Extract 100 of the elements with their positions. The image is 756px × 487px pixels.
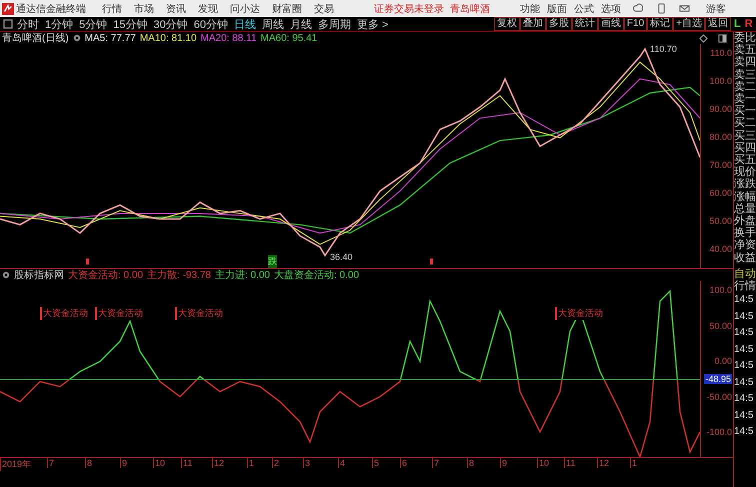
quote-field: 买三	[734, 130, 756, 142]
quote-field: 净资	[734, 239, 756, 252]
period-tab[interactable]: 1分钟	[45, 16, 74, 32]
tick-time: 14:5	[734, 392, 754, 406]
menu-item[interactable]: 市场	[134, 2, 154, 16]
menu-item[interactable]: 财富圈	[272, 2, 302, 16]
signal-label: 大资金活动	[40, 307, 88, 320]
period-tab[interactable]: 月线	[290, 16, 312, 32]
date-label: 5	[372, 458, 380, 468]
indicator-value: 大资金活动: 0.00	[68, 268, 144, 282]
ma-value: MA60: 95.41	[260, 32, 318, 44]
diamond-icon[interactable]	[699, 34, 708, 42]
app-title: 通达信金融终端	[16, 2, 86, 16]
axis-label: 0.00	[714, 356, 732, 366]
period-tab[interactable]: 60分钟	[194, 16, 228, 32]
quote-field: 卖三	[734, 68, 756, 81]
toolbar-button[interactable]: 复权	[494, 17, 520, 31]
menu-item[interactable]: 版面	[547, 2, 567, 16]
quote-field: 外盘	[734, 215, 756, 228]
date-label: 11	[181, 458, 192, 468]
signal-label: 大资金活动	[175, 307, 223, 320]
period-tab[interactable]: 30分钟	[154, 16, 188, 32]
quote-field: 卖五	[734, 44, 756, 56]
period-tab[interactable]: 日线	[234, 16, 256, 32]
menu-item[interactable]: 公式	[574, 2, 594, 16]
date-label: 1	[630, 458, 638, 468]
indicator-value: 主力散: -93.78	[147, 268, 211, 282]
mode-label[interactable]: 行情	[734, 280, 756, 292]
message-icon[interactable]	[679, 3, 690, 14]
panel-icon[interactable]	[718, 34, 727, 42]
toolbar-button[interactable]: 多股	[546, 17, 572, 31]
quote-field: 买一	[734, 105, 756, 118]
quote-field: 买四	[734, 142, 756, 154]
toolbar-button[interactable]: 统计	[572, 17, 598, 31]
panel-toggle-icon[interactable]	[3, 19, 13, 29]
phone-icon[interactable]	[656, 3, 667, 14]
date-label: 2	[272, 458, 280, 468]
high-price-label: 110.70	[650, 44, 677, 54]
more-periods-link[interactable]: 更多 >	[357, 16, 388, 32]
signal-label: 大资金活动	[555, 307, 603, 320]
cloud-icon[interactable]	[633, 3, 644, 14]
period-tab[interactable]: 周线	[262, 16, 284, 32]
date-label: 2019年	[0, 458, 32, 471]
date-label: 9	[500, 458, 508, 468]
date-label: 11	[564, 458, 576, 468]
date-label: 10	[153, 458, 166, 468]
tick-time: 14:5	[734, 425, 754, 440]
date-label: 8	[85, 458, 92, 468]
menu-item[interactable]: 资讯	[166, 2, 186, 16]
axis-label: 60.00	[709, 188, 732, 198]
toolbar-button[interactable]: 叠加	[520, 17, 546, 31]
menu-item[interactable]: 问小达	[230, 2, 260, 16]
date-label: 12	[597, 458, 610, 468]
menu-item[interactable]: 发现	[198, 2, 218, 16]
date-label: 7	[47, 458, 54, 468]
axis-label: -100.0	[706, 427, 732, 437]
tick-time: 14:5	[734, 310, 754, 324]
signal-marker-icon	[430, 258, 433, 265]
period-tab[interactable]: 15分钟	[113, 16, 148, 32]
quote-field: 委比	[734, 32, 756, 44]
mode-label[interactable]: 自动	[734, 268, 756, 280]
toolbar-button[interactable]: F10	[624, 17, 648, 31]
gear-icon[interactable]	[2, 271, 10, 279]
tick-time: 14:5	[734, 359, 754, 374]
stock-name: 青岛啤酒	[450, 2, 490, 16]
tick-time: 14:5	[734, 326, 754, 340]
axis-label: 50.00	[709, 320, 732, 330]
tick-time: 14:5	[734, 342, 754, 357]
date-label: 9	[120, 458, 128, 468]
quote-field: 卖一	[734, 93, 756, 106]
quote-field: 买二	[734, 117, 756, 130]
period-tab[interactable]: 分时	[17, 16, 39, 32]
menu-item[interactable]: 功能	[520, 2, 540, 16]
toolbar-button[interactable]: 画线	[598, 17, 624, 31]
date-label: 8	[467, 458, 474, 468]
toolbar-button[interactable]: +自选	[673, 17, 705, 31]
axis-label: 100.0	[709, 76, 732, 86]
menu-item[interactable]: 交易	[314, 2, 334, 16]
period-tab[interactable]: 多周期	[318, 16, 351, 32]
axis-label: 50.00	[709, 216, 732, 226]
login-status[interactable]: 证券交易未登录	[374, 2, 444, 16]
indicator-value: 大盘资金活动: 0.00	[274, 268, 360, 282]
quote-field: 涨跌	[734, 178, 756, 191]
toolbar-button[interactable]: 返回	[705, 17, 731, 31]
quote-field: 换手	[734, 227, 756, 240]
signal-marker-icon	[86, 258, 89, 265]
user-name[interactable]: 游客	[706, 2, 726, 16]
axis-label: 40.00	[709, 244, 732, 254]
toolbar-button[interactable]: 标记	[647, 17, 674, 31]
quote-field: 卖二	[734, 80, 756, 94]
tick-time: 14:5	[734, 408, 754, 423]
date-label: 1	[247, 458, 254, 468]
tick-time: 14:5	[734, 293, 754, 308]
ma-value: MA5: 77.77	[84, 32, 136, 44]
period-tab[interactable]: 5分钟	[79, 16, 108, 32]
quote-field: 总量	[734, 202, 756, 216]
tick-time: 14:5	[734, 376, 754, 390]
menu-item[interactable]: 选项	[601, 2, 621, 16]
gear-icon[interactable]	[72, 34, 81, 42]
menu-item[interactable]: 行情	[102, 2, 122, 16]
